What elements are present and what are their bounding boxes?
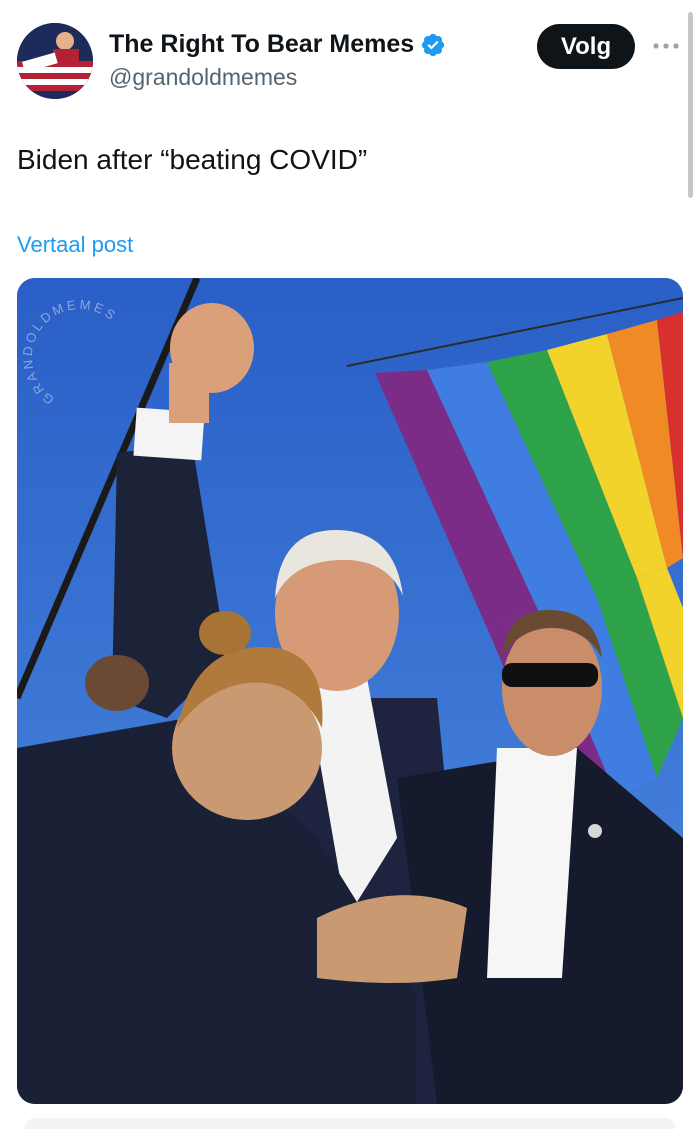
more-options-icon[interactable] bbox=[652, 38, 680, 54]
tweet-media-photo[interactable]: GRANDOLDMEMES bbox=[17, 278, 683, 1104]
user-handle[interactable]: @grandoldmemes bbox=[109, 64, 297, 91]
scrollbar[interactable] bbox=[688, 12, 693, 198]
tweet-page: The Right To Bear Memes @grandoldmemes V… bbox=[0, 0, 700, 1129]
bottom-action-bar bbox=[25, 1118, 675, 1129]
avatar-image bbox=[17, 23, 93, 99]
photo-illustration: GRANDOLDMEMES bbox=[17, 278, 683, 1104]
display-name-text[interactable]: The Right To Bear Memes bbox=[109, 30, 414, 59]
display-name[interactable]: The Right To Bear Memes bbox=[109, 30, 446, 59]
follow-button[interactable]: Volg bbox=[537, 24, 635, 69]
verified-badge-icon bbox=[422, 33, 445, 56]
avatar[interactable] bbox=[17, 23, 93, 99]
tweet-text: Biden after “beating COVID” bbox=[17, 144, 368, 175]
background-person bbox=[85, 655, 149, 711]
translate-post-link[interactable]: Vertaal post bbox=[17, 232, 133, 258]
